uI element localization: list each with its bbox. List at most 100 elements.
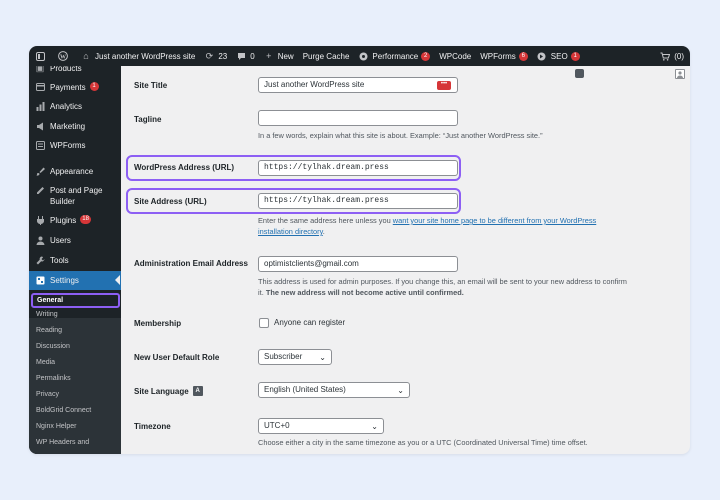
cart-icon bbox=[660, 51, 671, 61]
tagline-label: Tagline bbox=[134, 115, 162, 124]
updates-count: 23 bbox=[218, 51, 228, 61]
more-options-icon[interactable]: ••• bbox=[437, 81, 451, 90]
sidebar-item-marketing[interactable]: Marketing bbox=[29, 121, 121, 132]
seo-menu[interactable]: SEO 1 bbox=[537, 51, 580, 61]
admin-sidebar: ▣ Products Payments 1 Analytics Marketin… bbox=[29, 66, 121, 454]
paintbrush-icon bbox=[35, 166, 45, 176]
site-title-label: Site Title bbox=[134, 81, 168, 90]
comments-menu[interactable]: 0 bbox=[236, 51, 255, 61]
plugins-badge: 18 bbox=[80, 215, 91, 224]
submenu-item-media[interactable]: Media bbox=[36, 359, 55, 366]
submenu-item-discussion[interactable]: Discussion bbox=[36, 343, 70, 350]
submenu-item-privacy[interactable]: Privacy bbox=[36, 391, 59, 398]
wrench-icon bbox=[35, 255, 45, 265]
site-name: Just another WordPress site bbox=[95, 51, 196, 61]
submenu-item-permalinks[interactable]: Permalinks bbox=[36, 375, 71, 382]
submenu-item-wp-headers[interactable]: WP Headers and bbox=[36, 439, 89, 446]
submenu-item-writing[interactable]: Writing bbox=[36, 311, 58, 318]
wpforms-label: WPForms bbox=[480, 51, 516, 61]
cart-menu[interactable]: (0) bbox=[660, 46, 684, 66]
screen-toggle[interactable] bbox=[35, 51, 49, 61]
site-address-label: Site Address (URL) bbox=[134, 197, 207, 206]
wpforms-menu[interactable]: WPForms 6 bbox=[480, 51, 528, 61]
browser-window: W ⌂ Just another WordPress site ⟳ 23 0 +… bbox=[29, 46, 690, 454]
current-menu-arrow bbox=[115, 275, 120, 285]
performance-badge: 2 bbox=[421, 51, 431, 61]
plugin-icon bbox=[35, 215, 45, 225]
wpcode-menu[interactable]: WPCode bbox=[439, 52, 471, 61]
purge-cache-label: Purge Cache bbox=[302, 51, 350, 61]
analytics-icon bbox=[35, 101, 45, 111]
general-settings-form: Site Title Just another WordPress site •… bbox=[121, 66, 690, 454]
updates-menu[interactable]: ⟳ 23 bbox=[204, 50, 228, 61]
site-language-select[interactable]: English (United States) ⌄ bbox=[258, 382, 410, 398]
wordpress-address-label: WordPress Address (URL) bbox=[134, 163, 235, 172]
seo-label: SEO bbox=[550, 51, 568, 61]
sidebar-item-products[interactable]: ▣ Products bbox=[29, 66, 121, 74]
submenu-item-general[interactable]: General bbox=[31, 293, 120, 308]
purge-cache-menu[interactable]: Purge Cache bbox=[303, 52, 350, 61]
timezone-select[interactable]: UTC+0 ⌄ bbox=[258, 418, 384, 434]
tagline-description: In a few words, explain what this site i… bbox=[258, 131, 543, 140]
new-content-menu[interactable]: + New bbox=[264, 51, 294, 61]
site-address-description: Enter the same address here unless you w… bbox=[258, 216, 597, 236]
sidebar-item-settings[interactable]: Settings bbox=[29, 271, 121, 290]
settings-icon bbox=[35, 276, 45, 286]
help-icon[interactable] bbox=[575, 69, 584, 78]
updates-icon: ⟳ bbox=[205, 50, 214, 61]
cart-count: (0) bbox=[674, 51, 684, 61]
screen-icon bbox=[35, 51, 45, 61]
sidebar-item-payments[interactable]: Payments 1 bbox=[29, 82, 121, 93]
timezone-label: Timezone bbox=[134, 422, 171, 431]
admin-email-description: This address is used for admin purposes.… bbox=[258, 277, 627, 297]
chevron-down-icon: ⌄ bbox=[397, 386, 404, 395]
membership-label: Membership bbox=[134, 319, 182, 328]
new-label: New bbox=[277, 51, 294, 61]
wordpress-address-input[interactable]: https://tylhak.dream.press bbox=[258, 160, 458, 176]
timezone-description: Choose either a city in the same timezon… bbox=[258, 438, 588, 447]
wpforms-icon bbox=[35, 140, 45, 150]
submenu-item-boldgrid-connect[interactable]: BoldGrid Connect bbox=[36, 407, 91, 414]
payments-icon bbox=[35, 82, 45, 92]
sidebar-item-users[interactable]: Users bbox=[29, 235, 121, 246]
sidebar-item-appearance[interactable]: Appearance bbox=[29, 166, 121, 177]
site-language-label: Site Language A bbox=[134, 386, 203, 396]
submenu-item-nginx-helper[interactable]: Nginx Helper bbox=[36, 423, 76, 430]
home-icon: ⌂ bbox=[83, 51, 89, 61]
megaphone-icon bbox=[35, 121, 45, 131]
sidebar-item-wpforms[interactable]: WPForms bbox=[29, 140, 121, 151]
site-name-menu[interactable]: ⌂ Just another WordPress site bbox=[81, 51, 195, 61]
comment-icon bbox=[236, 51, 246, 61]
users-icon bbox=[35, 235, 45, 245]
wordpress-logo-menu[interactable]: W bbox=[58, 51, 72, 61]
chevron-down-icon: ⌄ bbox=[371, 422, 378, 431]
comments-count: 0 bbox=[250, 51, 255, 61]
default-role-select[interactable]: Subscriber ⌄ bbox=[258, 349, 332, 365]
plus-icon: + bbox=[266, 51, 272, 61]
admin-email-label: Administration Email Address bbox=[134, 259, 248, 268]
performance-menu[interactable]: Performance 2 bbox=[358, 51, 431, 61]
sidebar-item-analytics[interactable]: Analytics bbox=[29, 101, 121, 112]
sidebar-item-plugins[interactable]: Plugins 18 bbox=[29, 215, 121, 226]
chevron-down-icon: ⌄ bbox=[319, 353, 326, 362]
performance-icon bbox=[358, 51, 368, 61]
seo-badge: 1 bbox=[570, 51, 580, 61]
sidebar-item-post-page-builder[interactable]: Post and Page Builder bbox=[29, 185, 121, 207]
default-role-label: New User Default Role bbox=[134, 353, 220, 362]
admin-bar: W ⌂ Just another WordPress site ⟳ 23 0 +… bbox=[29, 46, 690, 66]
user-avatar-icon[interactable] bbox=[675, 69, 685, 79]
anyone-can-register-checkbox[interactable] bbox=[259, 318, 269, 328]
seo-icon bbox=[537, 51, 547, 61]
anyone-can-register-label[interactable]: Anyone can register bbox=[274, 317, 345, 328]
submenu-item-reading[interactable]: Reading bbox=[36, 327, 62, 334]
sidebar-item-tools[interactable]: Tools bbox=[29, 255, 121, 266]
admin-email-input[interactable]: optimistclients@gmail.com bbox=[258, 256, 458, 272]
site-title-input[interactable]: Just another WordPress site ••• bbox=[258, 77, 458, 93]
site-address-input[interactable]: https://tylhak.dream.press bbox=[258, 193, 458, 209]
wpforms-badge: 6 bbox=[518, 51, 528, 61]
settings-submenu: General bbox=[29, 293, 121, 454]
tagline-input[interactable] bbox=[258, 110, 458, 126]
svg-text:W: W bbox=[60, 54, 66, 60]
wpcode-label: WPCode bbox=[439, 51, 472, 61]
pencil-icon bbox=[35, 185, 45, 195]
